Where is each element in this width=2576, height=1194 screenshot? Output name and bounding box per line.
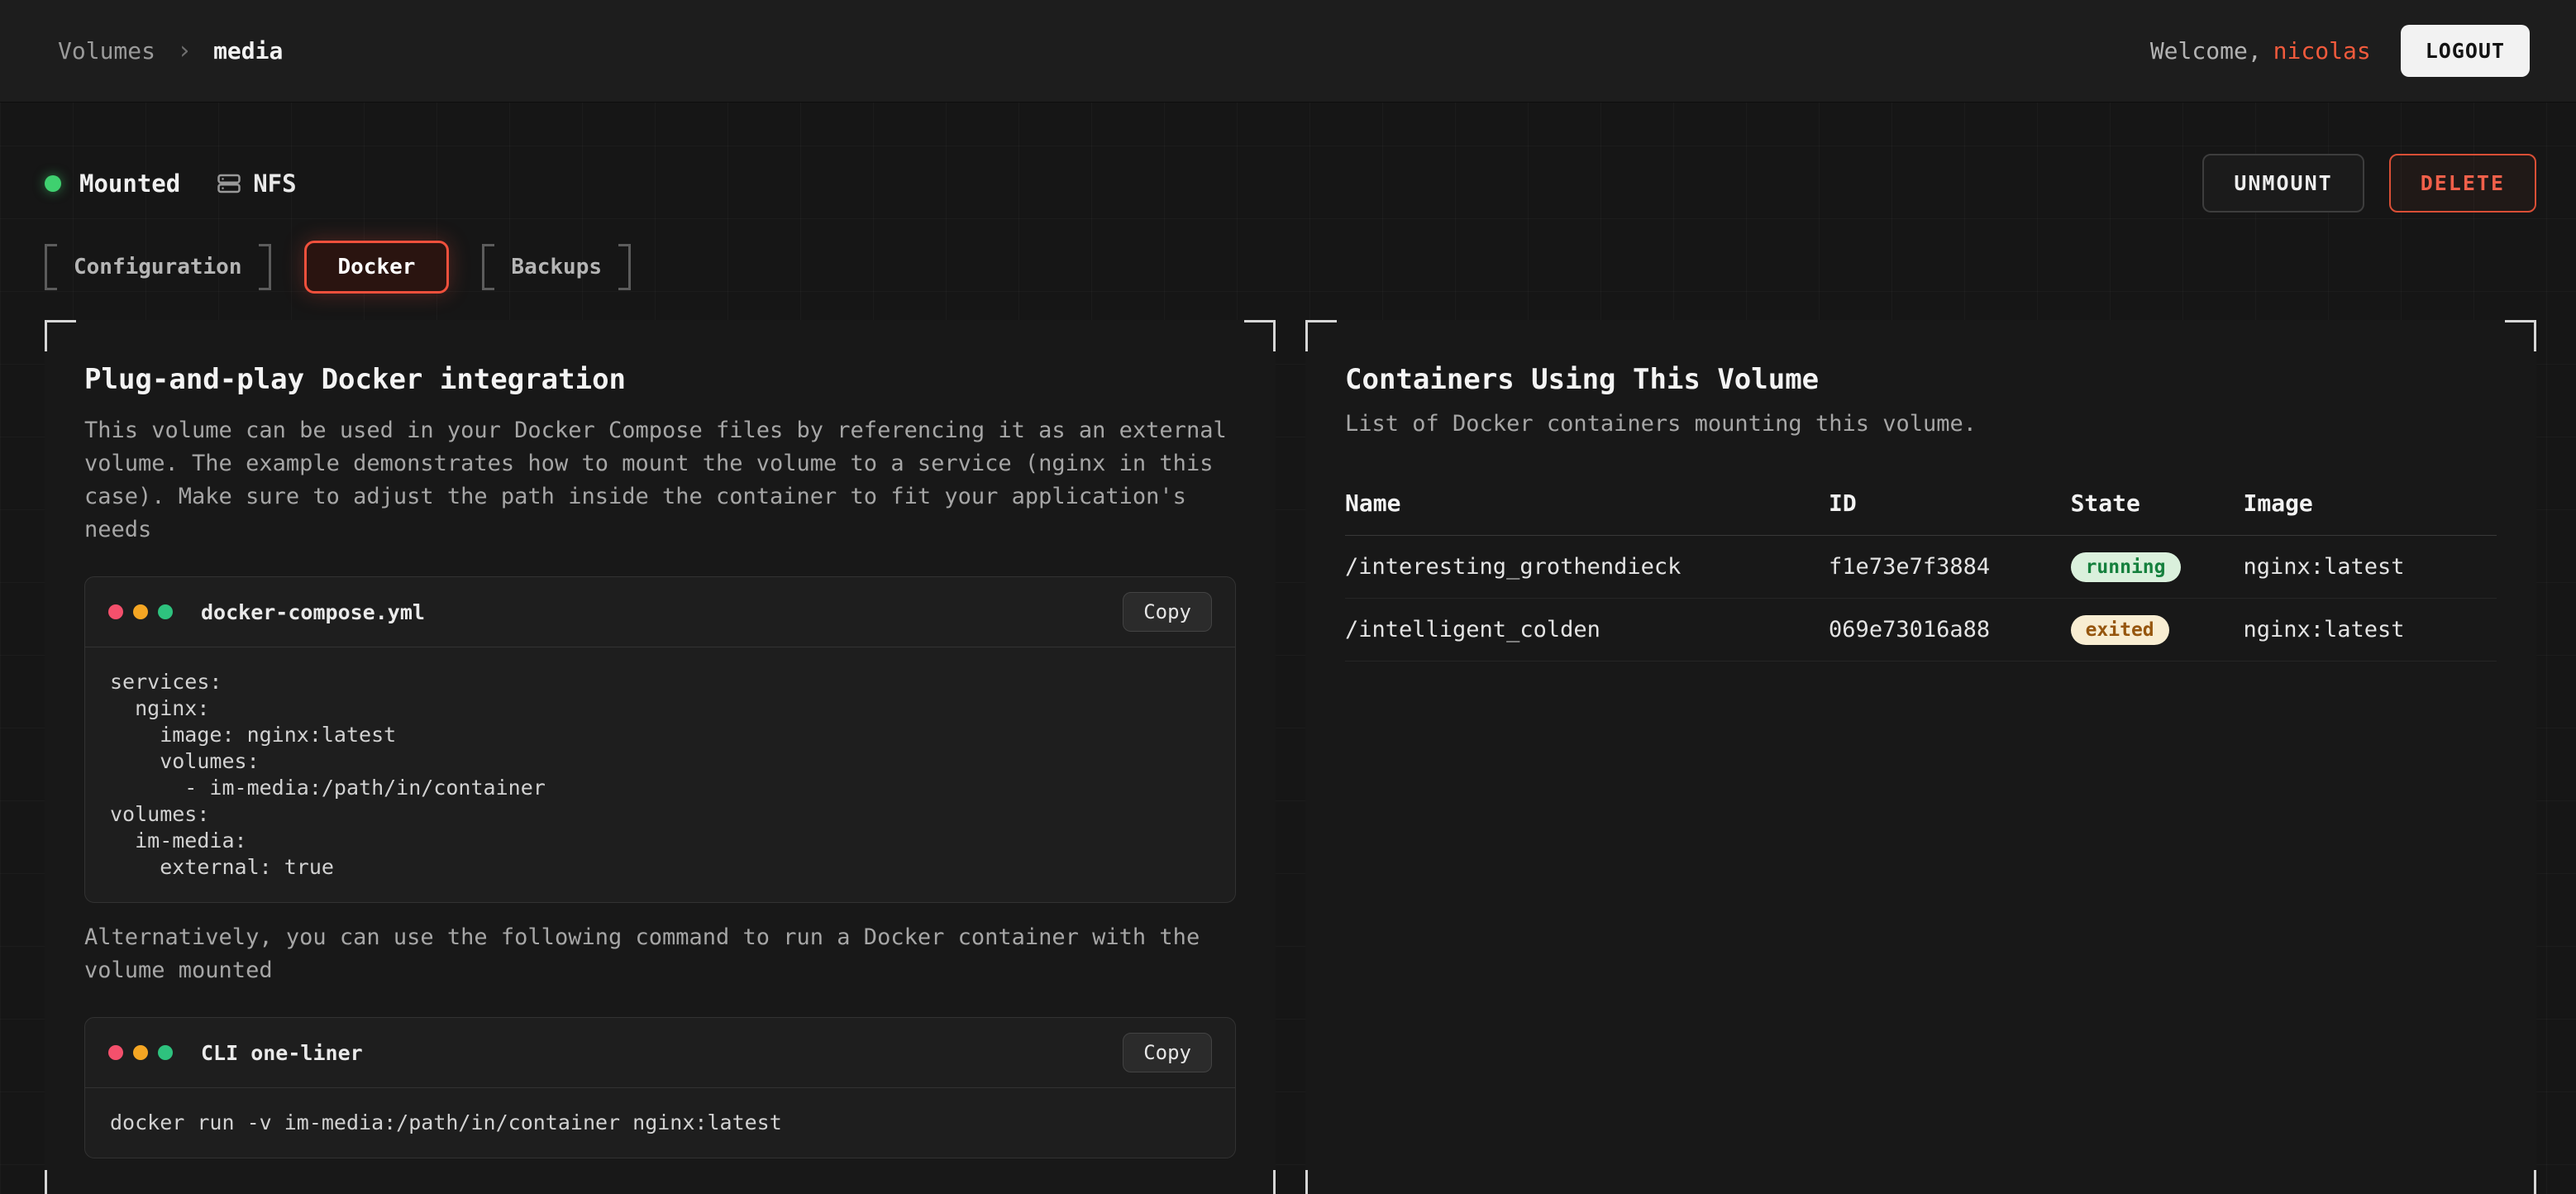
container-name: /intelligent_colden [1345,617,1829,642]
panel-corner-icon [1305,1170,1337,1194]
volume-tabs: Configuration Docker Backups [45,239,2536,295]
yellow-dot-icon [133,1045,148,1060]
compose-code-card: docker-compose.yml Copy services: nginx:… [84,576,1236,903]
volume-type: NFS [217,170,296,198]
topbar: Volumes › media Welcome, nicolas LOGOUT [0,0,2576,103]
mounted-status-dot-icon [45,175,61,192]
delete-button[interactable]: DELETE [2389,154,2536,213]
chevron-right-icon: › [177,36,192,65]
docker-integration-panel: Plug-and-play Docker integration This vo… [45,320,1276,1194]
docker-panel-description: This volume can be used in your Docker C… [84,414,1236,547]
table-header-row: Name ID State Image [1345,476,2497,536]
cli-code-header: CLI one-liner Copy [85,1018,1235,1088]
tab-backups[interactable]: Backups [482,244,631,290]
cli-title: CLI one-liner [201,1041,1103,1065]
volume-status: Mounted NFS [45,170,297,198]
breadcrumb-current-volume: media [213,37,283,64]
breadcrumb-volumes-link[interactable]: Volumes [58,37,155,64]
column-image: Image [2244,490,2497,517]
container-image: nginx:latest [2244,554,2497,580]
container-id: f1e73e7f3884 [1829,554,2071,580]
green-dot-icon [158,604,173,619]
bracket-left-icon [482,244,494,290]
container-state: running [2071,552,2244,582]
compose-code: services: nginx: image: nginx:latest vol… [85,647,1235,902]
bracket-left-icon [45,244,57,290]
container-id: 069e73016a88 [1829,617,2071,642]
panel-corner-icon [1305,320,1337,351]
window-dots [108,1045,173,1060]
cli-code: docker run -v im-media:/path/in/containe… [85,1088,1235,1158]
panel-corner-icon [2505,1170,2536,1194]
red-dot-icon [108,604,123,619]
panel-corner-icon [1244,1170,1276,1194]
page: Volumes › media Welcome, nicolas LOGOUT … [0,0,2576,1194]
welcome-text: Welcome, nicolas [2150,37,2371,64]
container-state: exited [2071,615,2244,645]
window-dots [108,604,173,619]
logout-button[interactable]: LOGOUT [2401,25,2530,77]
breadcrumb: Volumes › media [58,36,283,65]
copy-cli-button[interactable]: Copy [1123,1033,1212,1072]
volume-actions: UNMOUNT DELETE [2202,154,2536,213]
docker-panel-title: Plug-and-play Docker integration [84,363,1236,396]
mounted-status-label: Mounted [79,170,180,198]
table-row: /intelligent_colden 069e73016a88 exited … [1345,599,2497,661]
status-badge: exited [2071,615,2169,645]
welcome-prefix: Welcome, [2150,37,2262,64]
cli-code-card: CLI one-liner Copy docker run -v im-medi… [84,1017,1236,1158]
tab-configuration[interactable]: Configuration [45,244,271,290]
column-state: State [2071,490,2244,517]
compose-code-header: docker-compose.yml Copy [85,577,1235,647]
username: nicolas [2273,37,2371,64]
panel-corner-icon [45,320,76,351]
bracket-right-icon [259,244,271,290]
volume-status-row: Mounted NFS UNMOUNT DELETE [45,154,2536,213]
compose-filename: docker-compose.yml [201,600,1103,624]
containers-panel-title: Containers Using This Volume [1345,363,2497,396]
tab-configuration-label: Configuration [74,255,242,279]
panel-corner-icon [1244,320,1276,351]
panel-corner-icon [45,1170,76,1194]
container-name: /interesting_grothendieck [1345,554,1829,580]
red-dot-icon [108,1045,123,1060]
unmount-button[interactable]: UNMOUNT [2202,154,2364,213]
topbar-right: Welcome, nicolas LOGOUT [2150,25,2530,77]
tab-docker-label: Docker [338,255,416,279]
main-content: Mounted NFS UNMOUNT DELETE [0,103,2576,1194]
tab-docker[interactable]: Docker [304,241,450,294]
panel-corner-icon [2505,320,2536,351]
nfs-server-icon [217,171,241,196]
column-name: Name [1345,490,1829,517]
table-row: /interesting_grothendieck f1e73e7f3884 r… [1345,536,2497,599]
containers-panel: Containers Using This Volume List of Doc… [1305,320,2536,1194]
containers-table: Name ID State Image /interesting_grothen… [1345,476,2497,661]
containers-panel-subtitle: List of Docker containers mounting this … [1345,411,2497,437]
column-id: ID [1829,490,2071,517]
container-image: nginx:latest [2244,617,2497,642]
copy-compose-button[interactable]: Copy [1123,592,1212,632]
yellow-dot-icon [133,604,148,619]
status-badge: running [2071,552,2181,582]
nfs-label: NFS [253,170,296,198]
panels: Plug-and-play Docker integration This vo… [45,320,2536,1194]
cli-intro-text: Alternatively, you can use the following… [84,921,1236,987]
bracket-right-icon [618,244,631,290]
tab-backups-label: Backups [511,255,602,279]
green-dot-icon [158,1045,173,1060]
